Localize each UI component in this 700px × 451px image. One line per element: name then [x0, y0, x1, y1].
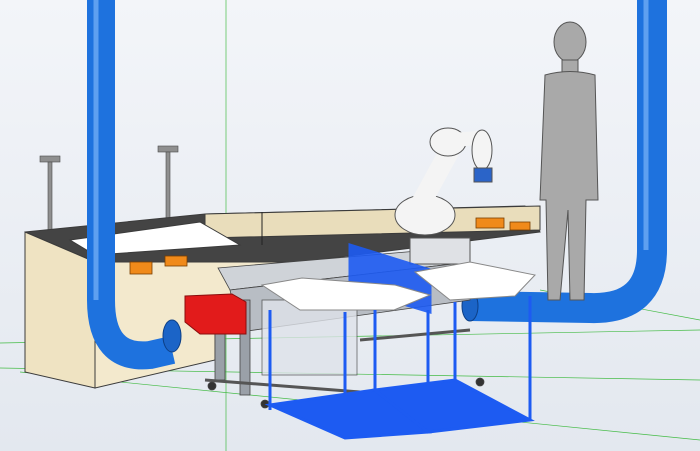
mannequin[interactable]: [539, 21, 599, 301]
red-box[interactable]: [184, 293, 247, 335]
cad-3d-viewport[interactable]: [0, 0, 700, 451]
scene-canvas: [0, 0, 700, 451]
robot-arm[interactable]: [394, 127, 493, 265]
